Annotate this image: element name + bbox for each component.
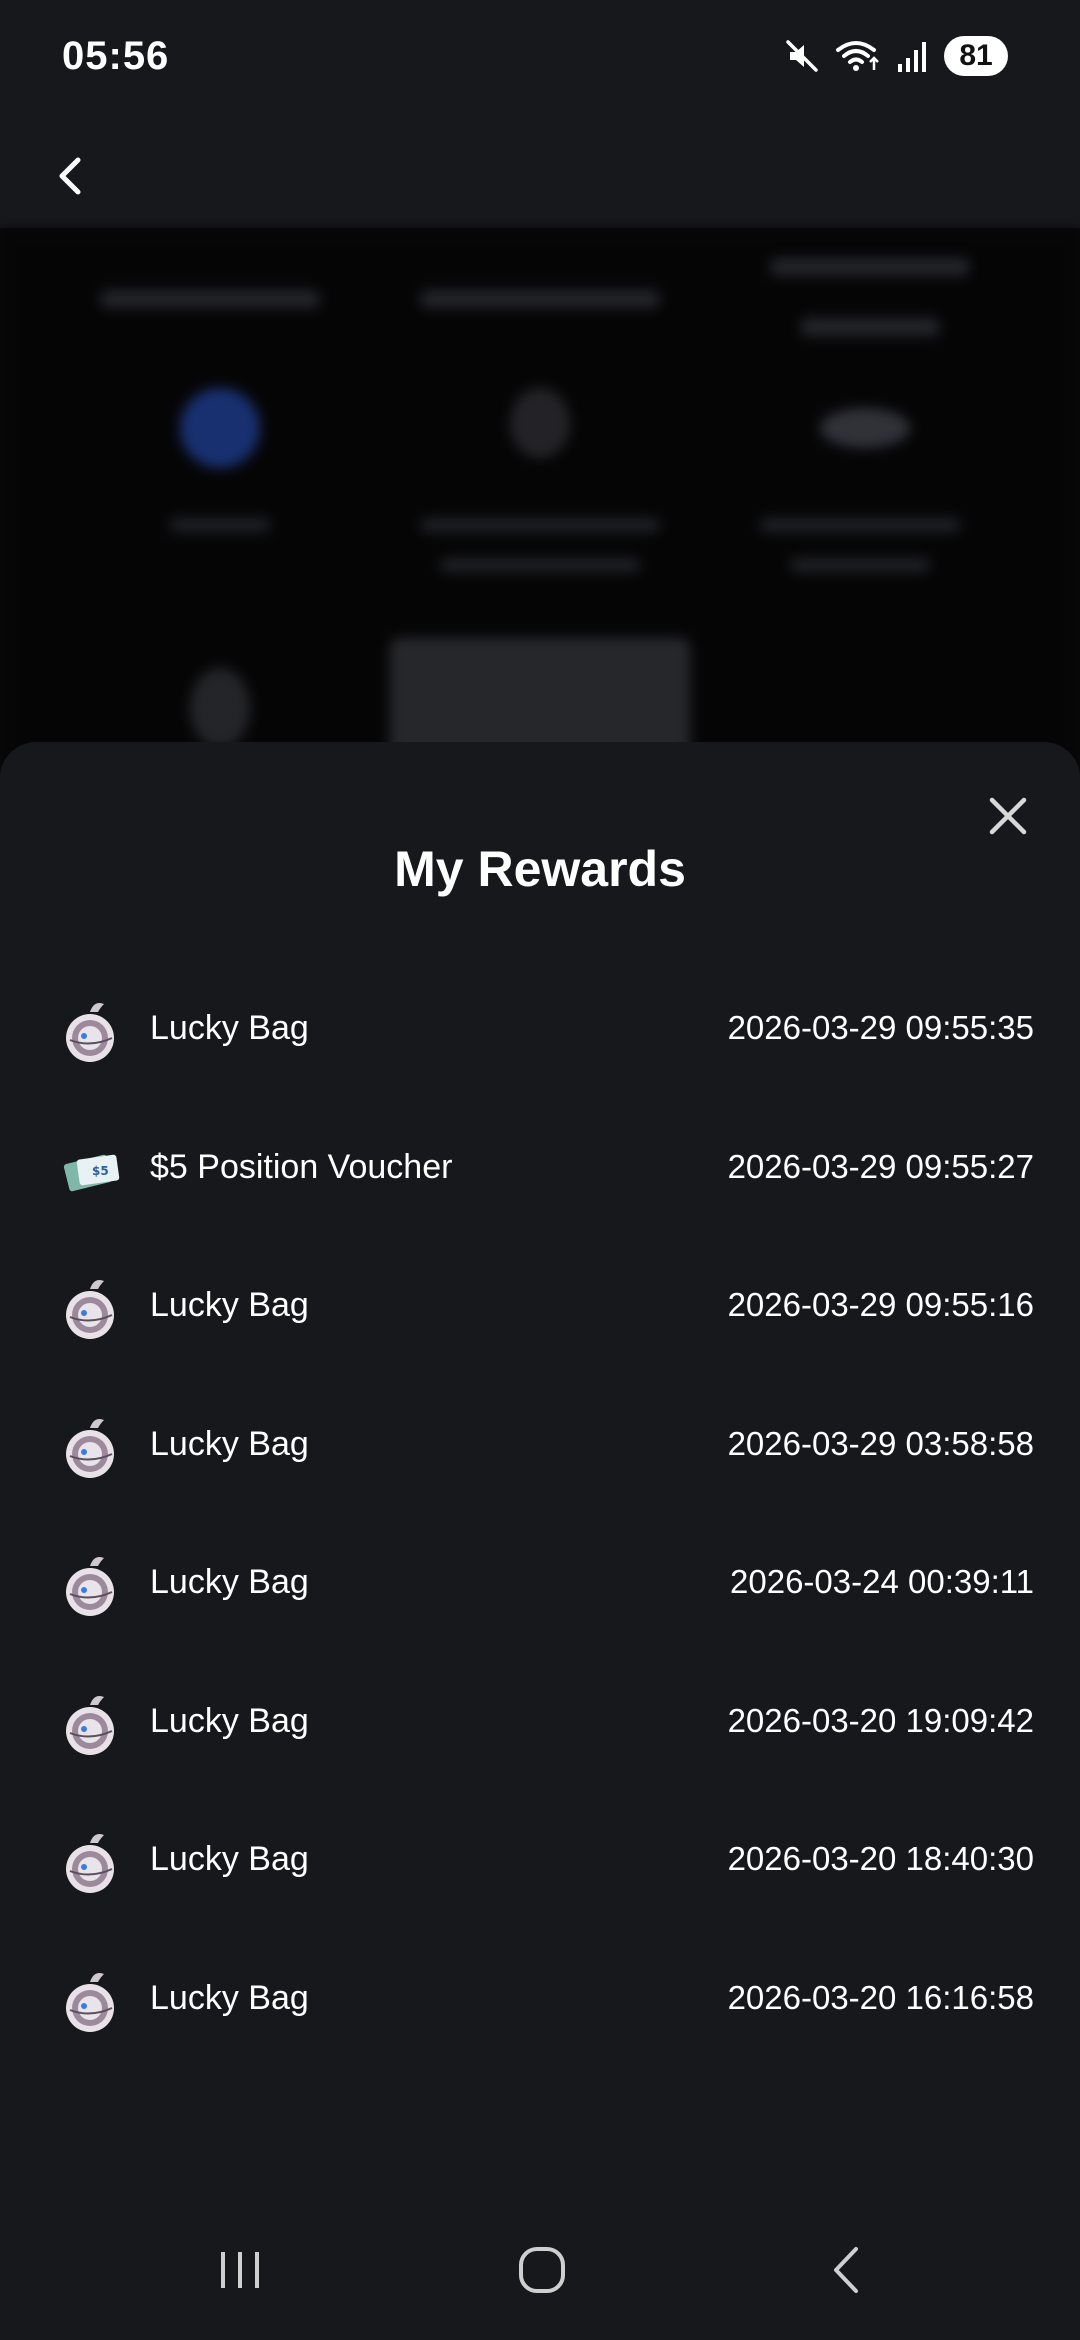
back-button[interactable]: [30, 136, 110, 216]
reward-row: Lucky Bag 2026-03-20 19:09:42: [0, 1655, 1080, 1794]
signal-icon: [896, 38, 930, 74]
background-text: [440, 558, 640, 572]
reward-name: Lucky Bag: [150, 1978, 309, 2017]
reward-time: 2026-03-29 09:55:27: [727, 1147, 1034, 1185]
top-nav: [0, 120, 1080, 228]
background-icon: [190, 668, 250, 748]
reward-time: 2026-03-24 00:39:11: [730, 1563, 1034, 1600]
svg-text:$5: $5: [92, 1164, 109, 1178]
recent-apps-button[interactable]: [190, 2230, 290, 2310]
reward-time: 2026-03-29 09:55:35: [727, 1009, 1034, 1046]
reward-name: Lucky Bag: [150, 1840, 309, 1878]
recent-apps-icon: [221, 2252, 259, 2288]
lucky-bag-icon: [66, 1280, 114, 1339]
background-tab: [100, 290, 320, 308]
close-button[interactable]: [976, 784, 1040, 848]
background-tab: [800, 318, 940, 336]
lucky-bag-icon: [66, 1834, 114, 1893]
reward-name: $5 Position Voucher: [150, 1147, 453, 1186]
home-button[interactable]: [492, 2230, 592, 2310]
reward-row: Lucky Bag 2026-03-29 09:55:35: [0, 962, 1080, 1101]
status-bar: 05:56 81: [0, 0, 1080, 120]
reward-time: 2026-03-29 03:58:58: [727, 1424, 1034, 1462]
background-text: [420, 518, 660, 532]
background-text: [170, 518, 270, 532]
reward-row: Lucky Bag 2026-03-29 03:58:58: [0, 1378, 1080, 1517]
reward-row: Lucky Bag 2026-03-24 00:39:11: [0, 1516, 1080, 1655]
battery-indicator: 81: [944, 36, 1008, 76]
lucky-bag-icon: [66, 1557, 114, 1616]
rewards-sheet: My Rewards Lucky Bag 2026-03-29 09:55:35: [0, 742, 1080, 2340]
reward-name: Lucky Bag: [150, 1286, 309, 1324]
sheet-title: My Rewards: [394, 841, 686, 897]
reward-row: $5 $5 Position Voucher 2026-03-29 09:55:…: [0, 1101, 1080, 1240]
mute-icon: [784, 38, 820, 74]
reward-name: Lucky Bag: [150, 1701, 309, 1740]
background-text: [790, 558, 930, 572]
system-back-button[interactable]: [796, 2230, 896, 2310]
reward-time: 2026-03-20 16:16:58: [727, 1978, 1034, 2016]
background-page: [0, 228, 1080, 768]
screen: 05:56 81 My Rewards Lucky Bag 2026-03-29…: [0, 0, 1080, 2340]
rewards-list: Lucky Bag 2026-03-29 09:55:35 $5 $5 Posi…: [0, 962, 1080, 2070]
background-tab: [770, 258, 970, 276]
close-icon: [989, 797, 1027, 835]
reward-row: Lucky Bag 2026-03-29 09:55:16: [0, 1239, 1080, 1378]
background-tab: [420, 290, 660, 308]
back-icon: [834, 2247, 858, 2293]
background-icon: [820, 408, 910, 448]
background-text: [760, 518, 960, 532]
lucky-bag-icon: [66, 1972, 114, 2032]
system-nav-bar: [0, 2200, 1080, 2340]
reward-name: Lucky Bag: [150, 1009, 309, 1047]
reward-row: Lucky Bag 2026-03-20 16:16:58: [0, 1932, 1080, 2071]
lucky-bag-icon: [66, 1418, 114, 1478]
reward-time: 2026-03-20 18:40:30: [727, 1840, 1034, 1877]
lucky-bag-icon: [66, 1003, 114, 1062]
background-icon: [180, 388, 260, 468]
voucher-icon: $5: [63, 1154, 120, 1191]
home-icon: [519, 2247, 565, 2293]
reward-time: 2026-03-29 09:55:16: [727, 1286, 1034, 1323]
wifi-icon: [834, 38, 882, 74]
reward-row: Lucky Bag 2026-03-20 18:40:30: [0, 1793, 1080, 1932]
chevron-left-icon: [59, 157, 81, 195]
background-icon: [510, 388, 570, 458]
lucky-bag-icon: [66, 1695, 114, 1755]
reward-name: Lucky Bag: [150, 1424, 309, 1463]
status-icons: 81: [784, 36, 1008, 76]
status-time: 05:56: [62, 34, 170, 78]
reward-name: Lucky Bag: [150, 1563, 309, 1601]
reward-time: 2026-03-20 19:09:42: [727, 1701, 1034, 1739]
